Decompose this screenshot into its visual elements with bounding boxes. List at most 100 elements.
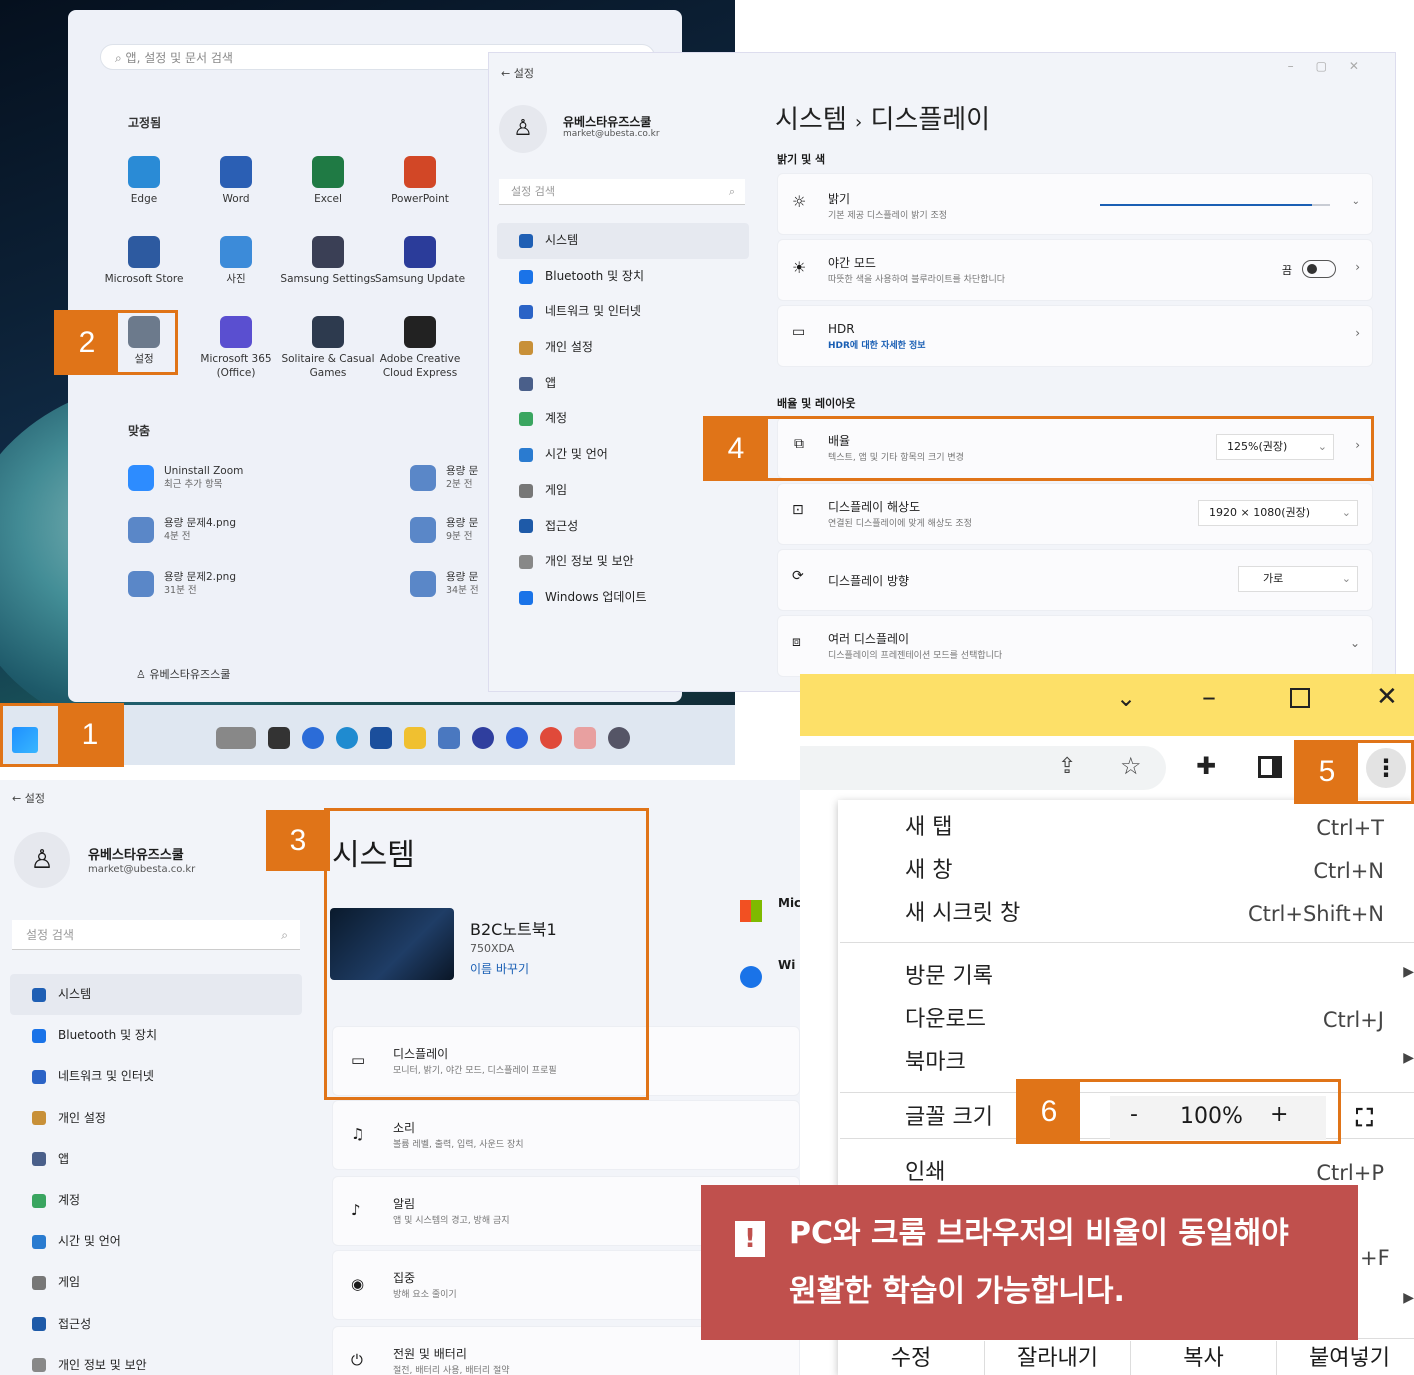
gear-icon[interactable] [608,727,630,749]
samsung-icon[interactable] [472,727,494,749]
settings-search-input[interactable]: 설정 검색 ⌕ [12,920,300,950]
chrome-icon[interactable] [540,727,562,749]
recent-item[interactable]: 용량 문 34분 전 [410,570,479,598]
sidebar-item[interactable]: 앱 [10,1139,302,1180]
orientation-card: ⟳ 디스플레이 방향 가로 ⌄ [777,549,1373,611]
sidebar-item[interactable]: 네트워크 및 인터넷 [10,1056,302,1097]
app-label: 사진 [226,273,246,285]
edit-row: 수정 잘라내기 복사 붙여넣기 [838,1338,1414,1375]
system-item-desc: 방해 요소 줄이기 [393,1290,457,1300]
night-toggle[interactable] [1302,260,1336,278]
display-settings-window: ← 설정 –▢✕ ♙ 유베스타유즈스쿨 market@ubesta.co.kr … [488,52,1396,692]
pinned-app[interactable]: Microsoft 365 (Office) [188,316,284,380]
tab-search-chevron-icon[interactable]: ⌄ [1116,684,1136,712]
file-icon[interactable] [268,727,290,749]
brightness-slider[interactable] [1100,204,1330,206]
back-button[interactable]: ← 설정 [501,65,534,81]
sidebar-item[interactable]: 개인 설정 [497,330,749,366]
chat-icon[interactable] [302,727,324,749]
night-mode-card[interactable]: ☀ 야간 모드 따뜻한 색을 사용하여 블루라이트를 차단합니다 끔 › [777,239,1373,301]
edit-button[interactable]: 잘라내기 [984,1341,1130,1375]
sidebar-item[interactable]: 네트워크 및 인터넷 [497,294,749,330]
section-scale: 배율 및 레이아웃 [777,397,856,410]
avatar: ♙ [14,832,70,888]
sidebar-icon [32,1275,46,1290]
edit-button[interactable]: 복사 [1130,1341,1276,1375]
window-controls[interactable]: –▢✕ [1288,59,1381,73]
sidebar-item[interactable]: 시간 및 언어 [10,1221,302,1262]
file-icon [410,465,436,491]
system-item[interactable]: ♫ 소리 볼륨 레벨, 출력, 입력, 사운드 장치 [332,1100,800,1170]
pinned-app[interactable]: Edge [96,156,192,206]
sidebar-item[interactable]: 앱 [497,366,749,402]
start-user[interactable]: ♙ 유베스타유즈스쿨 [136,666,230,682]
sidebar-item[interactable]: Windows 업데이트 [497,580,749,616]
restore-icon[interactable] [1290,688,1310,708]
menu-item[interactable]: 방문 기록 [905,957,1384,997]
menu-item[interactable]: 다운로드 Ctrl+J [905,1000,1384,1040]
side-panel-icon[interactable] [1258,756,1282,778]
fullscreen-icon[interactable]: ⛶ [1356,1104,1373,1132]
recent-item[interactable]: 용량 문제4.png 4분 전 [128,516,236,544]
menu-item[interactable]: 새 창 Ctrl+N [905,851,1384,891]
recent-item[interactable]: 용량 문 9분 전 [410,516,478,544]
sidebar-item[interactable]: 접근성 [497,509,749,545]
submenu-arrow-icon: ▶ [1403,1050,1414,1066]
sun-icon: ☀ [792,258,807,277]
minimize-icon[interactable]: – [1202,680,1216,713]
pinned-app[interactable]: Samsung Update [372,236,468,286]
sidebar-item[interactable]: 접근성 [10,1304,302,1345]
brightness-title: 밝기 [828,192,851,206]
breadcrumb-parent[interactable]: 시스템 [775,105,847,135]
folder-icon[interactable] [404,727,426,749]
hdr-link[interactable]: HDR에 대한 자세한 정보 [828,338,926,351]
sidebar-item[interactable]: 개인 설정 [10,1098,302,1139]
share-icon[interactable]: ⇪ [1058,754,1076,779]
sidebar-item[interactable]: 시스템 [497,223,749,259]
resolution-dropdown[interactable]: 1920 × 1080(권장) ⌄ [1198,500,1358,526]
update-icon[interactable] [506,727,528,749]
chevron-down-icon[interactable]: ⌄ [1352,196,1360,207]
sidebar-item[interactable]: Bluetooth 및 장치 [497,259,749,295]
system-item-title: 알림 [393,1197,416,1211]
menu-item[interactable]: 새 시크릿 창 Ctrl+Shift+N [905,894,1384,934]
pinned-app[interactable]: PowerPoint [372,156,468,206]
recent-time: 최근 추가 항목 [164,479,223,490]
pinned-app[interactable]: Excel [280,156,376,206]
sidebar-item[interactable]: 계정 [10,1180,302,1221]
menu-item-label: 인쇄 [905,1160,946,1185]
close-icon[interactable]: ✕ [1376,682,1398,712]
pinned-app[interactable]: Adobe Creative Cloud Express [372,316,468,380]
chevron-down-icon: ⌄ [1341,506,1351,519]
recent-item[interactable]: Uninstall Zoom 최근 추가 항목 [128,464,243,492]
edge-icon[interactable] [336,727,358,749]
recent-item[interactable]: 용량 문 2분 전 [410,464,478,492]
multiple-displays-card[interactable]: ⧈ 여러 디스플레이 디스플레이의 프레젠테이션 모드를 선택합니다 ⌄ [777,615,1373,677]
photo-icon[interactable] [438,727,460,749]
pinned-app[interactable]: Microsoft Store [96,236,192,286]
recent-item[interactable]: 용량 문제2.png 31분 전 [128,570,236,598]
widgets-icon[interactable] [216,727,256,749]
star-icon[interactable]: ☆ [1120,752,1142,780]
menu-item[interactable]: 북마크 [905,1043,1384,1083]
recent-text: Uninstall Zoom 최근 추가 항목 [164,464,243,492]
edit-button[interactable]: 붙여넣기 [1276,1341,1414,1375]
sidebar-item[interactable]: 시스템 [10,974,302,1016]
pinned-app[interactable]: Word [188,156,284,206]
omnibox[interactable]: ⇪ ☆ [800,746,1166,790]
sidebar-item[interactable]: 개인 정보 및 보안 [497,544,749,580]
sidebar-item[interactable]: Bluetooth 및 장치 [10,1015,302,1056]
extensions-icon[interactable]: ✚ [1196,752,1216,780]
hdr-card[interactable]: ▭ HDR HDR에 대한 자세한 정보 › [777,305,1373,367]
back-button[interactable]: ← 설정 [12,790,45,806]
sidebar-item[interactable]: 게임 [10,1262,302,1303]
store-icon[interactable] [370,727,392,749]
pin-icon[interactable] [574,727,596,749]
orientation-dropdown[interactable]: 가로 ⌄ [1238,566,1358,592]
settings-search-input[interactable]: 설정 검색 ⌕ [499,179,745,205]
menu-item[interactable]: 새 탭 Ctrl+T [905,808,1384,848]
pinned-app[interactable]: Solitaire & Casual Games [280,316,376,380]
pinned-app[interactable]: 사진 [188,236,284,286]
sidebar-item[interactable]: 개인 정보 및 보안 [10,1345,302,1375]
pinned-app[interactable]: Samsung Settings [280,236,376,286]
